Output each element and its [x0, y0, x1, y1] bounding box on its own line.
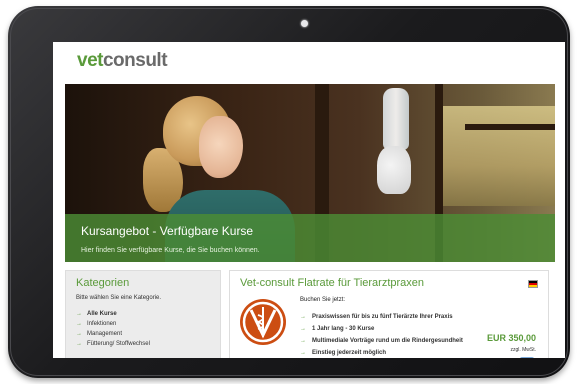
category-item-infektionen[interactable]: → Infektionen	[76, 319, 150, 329]
arrow-right-icon: →	[300, 326, 306, 332]
arrow-right-icon: →	[76, 331, 82, 337]
hero-beam	[465, 124, 555, 130]
hero-subtitle: Hier finden Sie verfügbare Kurse, die Si…	[81, 247, 260, 254]
category-label: Alle Kurse	[87, 311, 117, 317]
arrow-right-icon: →	[76, 321, 82, 327]
category-item-management[interactable]: → Management	[76, 329, 150, 339]
arrow-right-icon: →	[300, 350, 306, 356]
feature-label: 1 Jahr lang - 30 Kurse	[312, 326, 375, 332]
arrow-right-icon: →	[300, 338, 306, 344]
feature-item: → Einstieg jederzeit möglich	[300, 347, 463, 358]
camera-icon	[301, 20, 308, 27]
price-note: zzgl. MwSt.	[510, 347, 536, 353]
feature-label: Einstieg jederzeit möglich	[312, 350, 387, 356]
category-list: → Alle Kurse → Infektionen → Management → Fü…	[76, 309, 150, 349]
german-flag-icon[interactable]	[528, 280, 538, 288]
logo-consult-text: consult	[102, 50, 168, 71]
hero-window	[435, 106, 555, 206]
hero-face	[199, 116, 243, 178]
hero-banner: Kursangebot - Verfügbare Kurse Hier find…	[65, 84, 555, 262]
category-label: Fütterung/ Stoffwechsel	[87, 341, 150, 347]
category-sidebar: Kategorien Bitte wählen Sie eine Kategor…	[65, 270, 221, 358]
category-label: Infektionen	[87, 321, 117, 327]
vet-caduceus-icon	[240, 299, 286, 345]
feature-item: → Multimediale Vorträge rund um die Rinde…	[300, 335, 463, 347]
price-value: EUR 350,00	[486, 333, 536, 343]
arrow-right-icon: →	[76, 311, 82, 317]
course-title[interactable]: Vet-consult Flatrate für Tierarztpraxen	[240, 277, 424, 289]
sidebar-hint: Bitte wählen Sie eine Kategorie.	[76, 295, 162, 301]
logo-vet-text: vet	[77, 50, 103, 71]
hero-caption-band: Kursangebot - Verfügbare Kurse Hier find…	[65, 214, 555, 262]
tablet-screen: vetconsult Kursangebot - Verfügbare Kurs…	[53, 42, 565, 358]
site-logo[interactable]: vetconsult	[77, 50, 168, 72]
payment-icon	[520, 357, 534, 358]
hero-title: Kursangebot - Verfügbare Kurse	[81, 224, 254, 238]
feature-label: Praxiswissen für bis zu fünf Tierärzte I…	[312, 314, 453, 320]
tablet-device: vetconsult Kursangebot - Verfügbare Kurs…	[8, 6, 570, 378]
feature-label: Multimediale Vorträge rund um die Rinder…	[312, 338, 463, 344]
feature-item: → 1 Jahr lang - 30 Kurse	[300, 323, 463, 335]
buchen-label: Buchen Sie jetzt:	[300, 297, 346, 303]
arrow-right-icon: →	[300, 314, 306, 320]
sidebar-title: Kategorien	[76, 277, 130, 289]
hero-bottle	[383, 88, 409, 150]
category-item-alle-kurse[interactable]: → Alle Kurse	[76, 309, 150, 319]
category-item-fuetterung[interactable]: → Fütterung/ Stoffwechsel	[76, 339, 150, 349]
feature-item: → Praxiswissen für bis zu fünf Tierärzte …	[300, 311, 463, 323]
hero-glove	[377, 146, 411, 194]
feature-list: → Praxiswissen für bis zu fünf Tierärzte …	[300, 311, 463, 358]
arrow-right-icon: →	[76, 341, 82, 347]
course-panel: Vet-consult Flatrate für Tierarztpraxen …	[229, 270, 549, 358]
category-label: Management	[87, 331, 123, 337]
